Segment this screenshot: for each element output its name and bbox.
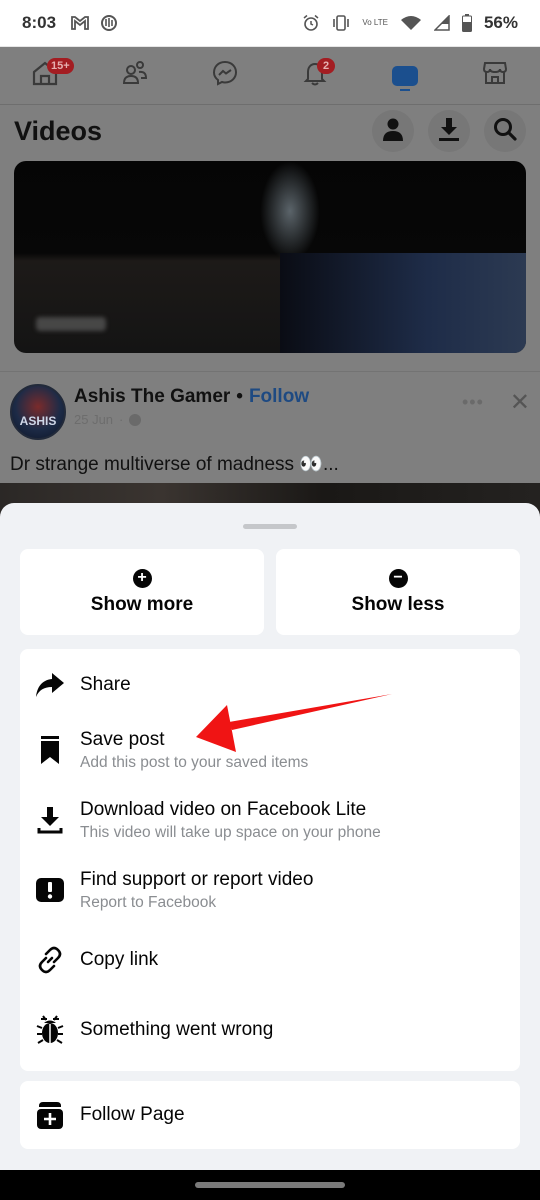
menu-item-subtitle: Add this post to your saved items: [80, 753, 309, 771]
sync-app-icon: [100, 14, 118, 32]
friends-icon: [121, 60, 149, 91]
gmail-icon: [70, 15, 90, 31]
show-more-button[interactable]: + Show more: [20, 549, 264, 635]
marketplace-icon: [481, 59, 509, 92]
plus-circle-icon: +: [132, 568, 152, 588]
status-time: 8:03: [22, 13, 57, 32]
follow-link[interactable]: Follow: [249, 386, 309, 408]
menu-item-share[interactable]: Share: [20, 655, 520, 715]
download-icon: [34, 804, 66, 836]
date-separator: ·: [119, 412, 124, 427]
download-icon: [437, 116, 461, 147]
post-text: Dr strange multiverse of madness 👀...: [10, 454, 339, 475]
notifications-badge: 2: [317, 57, 335, 74]
bug-icon: [34, 1014, 66, 1046]
menu-item-report[interactable]: Find support or report video Report to F…: [20, 855, 520, 925]
battery-percent: 56%: [483, 13, 518, 32]
search-icon: [492, 116, 518, 147]
show-less-button[interactable]: − Show less: [276, 549, 520, 635]
menu-item-title: Find support or report video: [80, 868, 314, 890]
options-menu: Share Save post Add this post to your sa…: [20, 649, 520, 1071]
search-button[interactable]: [484, 110, 526, 152]
menu-item-copy-link[interactable]: Copy link: [20, 925, 520, 995]
nav-notifications[interactable]: 2: [295, 56, 335, 96]
link-icon: [34, 944, 66, 976]
nav-home[interactable]: 15+: [25, 56, 74, 96]
menu-item-title: Save post: [80, 728, 165, 750]
bookmark-icon: [34, 734, 66, 766]
post-date: 25 Jun: [74, 412, 114, 427]
menu-item-subtitle: Report to Facebook: [80, 893, 217, 911]
show-less-label: Show less: [351, 593, 445, 615]
post-author[interactable]: Ashis The Gamer: [74, 386, 230, 408]
top-nav: 15+ 2: [0, 47, 540, 105]
menu-item-title: Download video on Facebook Lite: [80, 798, 367, 820]
menu-item-title: Copy link: [80, 949, 159, 970]
alarm-icon: [302, 14, 320, 32]
video-icon: [392, 65, 418, 91]
battery-icon: [461, 14, 472, 32]
nav-friends[interactable]: [115, 56, 155, 96]
download-button[interactable]: [428, 110, 470, 152]
vibrate-icon: [332, 14, 350, 32]
follow-page-label: Follow Page: [80, 1104, 185, 1125]
globe-icon: [129, 413, 142, 426]
sheet-drag-handle[interactable]: [243, 524, 297, 529]
system-nav-bar: [0, 1170, 540, 1200]
volte-icon: Vo LTE: [362, 18, 388, 27]
background-app: 15+ 2 Videos ASHIS Ashis The Gamer • Fol…: [0, 47, 540, 507]
menu-item-subtitle: This video will take up space on your ph…: [80, 823, 381, 841]
follow-page-button[interactable]: Follow Page: [20, 1081, 520, 1149]
video-duration: [36, 317, 106, 331]
follow-page-icon: [34, 1099, 66, 1131]
profile-icon: [380, 116, 406, 147]
bottom-sheet: + Show more − Show less Share Save post …: [0, 503, 540, 1170]
menu-item-something-went-wrong[interactable]: Something went wrong: [20, 995, 520, 1065]
status-bar: 8:03 Vo LTE 56%: [0, 0, 540, 47]
minus-circle-icon: −: [388, 568, 408, 588]
separator-dot: •: [236, 386, 243, 407]
menu-item-save-post[interactable]: Save post Add this post to your saved it…: [20, 715, 520, 785]
report-icon: [34, 874, 66, 906]
menu-item-title: Share: [80, 674, 131, 695]
avatar[interactable]: ASHIS: [10, 384, 66, 440]
more-options-icon[interactable]: •••: [462, 392, 484, 413]
show-more-label: Show more: [90, 593, 194, 615]
share-icon: [34, 669, 66, 701]
profile-button[interactable]: [372, 110, 414, 152]
page-title: Videos: [14, 115, 103, 146]
wifi-icon: [400, 15, 422, 31]
close-icon[interactable]: ✕: [510, 388, 530, 417]
post-card: ASHIS Ashis The Gamer • Follow 25 Jun · …: [0, 371, 540, 476]
videos-header: Videos: [0, 105, 540, 157]
home-indicator[interactable]: [195, 1182, 345, 1188]
menu-item-download-video[interactable]: Download video on Facebook Lite This vid…: [20, 785, 520, 855]
nav-video[interactable]: [385, 56, 425, 96]
nav-messenger[interactable]: [205, 56, 245, 96]
signal-icon: [433, 15, 450, 31]
home-badge: 15+: [47, 57, 74, 74]
nav-marketplace[interactable]: [475, 56, 515, 96]
menu-item-title: Something went wrong: [80, 1019, 274, 1040]
messenger-icon: [211, 59, 239, 92]
video-thumbnail[interactable]: [14, 161, 526, 353]
